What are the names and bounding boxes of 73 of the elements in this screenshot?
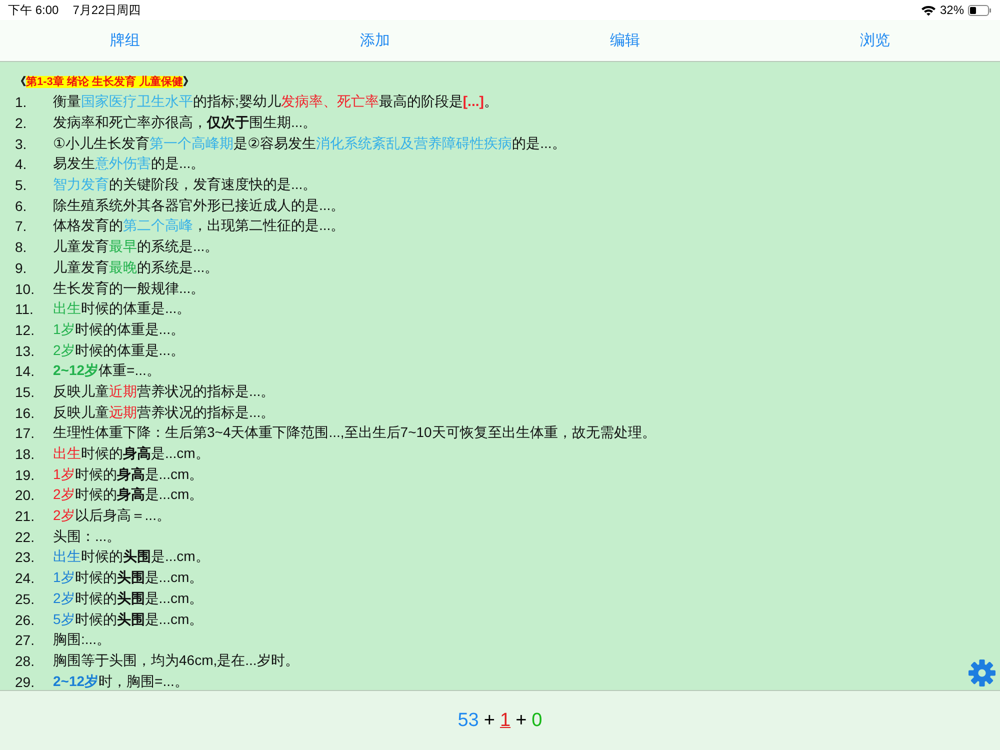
status-date: 7月22日周四 [72,2,141,18]
item-number: 25. [15,590,36,607]
item-number: 16. [15,404,36,421]
card-count: 1 [500,710,511,732]
card-question[interactable]: 1岁时候的体重是...。 [53,320,184,339]
card-question[interactable]: 胸围等于头围，均为46cm,是在...岁时。 [53,652,299,670]
item-number: 18. [15,446,36,462]
status-time: 下午 6:00 [8,2,59,18]
item-number: 29. [15,674,36,690]
item-number: 15. [15,384,36,400]
item-number: 4. [15,156,28,172]
item-number: 19. [15,466,36,483]
card-question[interactable]: 胸围:...。 [53,631,111,650]
item-number: 26. [15,612,36,628]
wifi-icon [920,4,936,16]
card-count: 0 [532,710,542,732]
item-number: 17. [15,425,36,442]
card-question[interactable]: 2~12岁体重=...。 [53,362,160,380]
item-number: 22. [15,528,36,545]
card-question[interactable]: 生长发育的一般规律...。 [53,280,205,298]
item-number: 5. [15,177,28,194]
tab-button[interactable]: 牌组 [104,27,146,54]
card-question[interactable]: 2岁以后身高＝...。 [53,507,170,526]
card-question[interactable]: 儿童发育最晚的系统是...。 [53,258,219,277]
tab-button[interactable]: 浏览 [854,27,896,54]
card-question[interactable]: 生理性体重下降：生后第3~4天体重下降范围...,至出生后7~10天可恢复至出生体重，故无需处理。 [53,424,656,442]
card-count: 53 [458,710,479,732]
card-question[interactable]: 头围：...。 [53,528,121,546]
card-question[interactable]: 除生殖系统外其各器官外形已接近成人的是...。 [53,196,345,215]
item-number: 14. [15,363,36,380]
item-number: 2. [15,115,28,132]
card-question[interactable]: 智力发育的关键阶段，发育速度快的是...。 [53,176,317,194]
item-number: 8. [15,239,28,256]
battery-percent: 32% [940,3,964,17]
item-number: 11. [15,301,34,318]
card-question[interactable]: 体格发育的第二个高峰，出现第二性征的是...。 [53,217,345,236]
card-question[interactable]: 1岁时候的身高是...cm。 [53,466,204,484]
tab-button[interactable]: 添加 [354,27,396,54]
card-question[interactable]: 2岁时候的头围是...cm。 [53,590,204,608]
battery-icon [968,4,992,16]
item-number: 13. [15,342,36,359]
card-question[interactable]: 出生时候的身高是...cm。 [53,445,210,464]
plus-sign: + [516,710,527,732]
card-question[interactable]: ①小儿生长发育第一个高峰期是②容易发生消化系统紊乱及营养障碍性疾病的是...。 [53,134,566,153]
card-question[interactable]: 出生时候的头围是...cm。 [53,548,210,566]
item-number: 9. [15,260,28,276]
item-number: 21. [15,508,36,524]
card-question[interactable]: 出生时候的体重是...。 [53,300,191,318]
card-question[interactable]: 1岁时候的头围是...cm。 [53,569,204,588]
card-question[interactable]: 易发生意外伤害的是...。 [53,155,205,174]
card-question[interactable]: 反映儿童近期营养状况的指标是...。 [53,382,275,401]
item-number: 24. [15,570,36,586]
item-number: 1. [15,94,28,110]
item-number: 12. [15,322,36,338]
item-number: 10. [15,280,36,297]
item-number: 27. [15,632,36,648]
item-number: 23. [15,549,36,566]
card-question[interactable]: 衡量国家医疗卫生水平的指标;婴幼儿发病率、死亡率最高的阶段是[...]。 [53,93,498,112]
card-question[interactable]: 5岁时候的头围是...cm。 [53,610,204,629]
card-question[interactable]: 发病率和死亡率亦很高，仅次于围生期...。 [53,114,317,132]
item-number: 3. [15,136,28,152]
item-number: 6. [15,198,28,214]
plus-sign: + [484,710,495,732]
card-question[interactable]: 儿童发育最早的系统是...。 [53,238,219,256]
card-question[interactable]: 反映儿童远期营养状况的指标是...。 [53,404,275,422]
card-question[interactable]: 2岁时候的身高是...cm。 [53,486,204,504]
card-question[interactable]: 2岁时候的体重是...。 [53,342,184,360]
card-question[interactable]: 2~12岁时，胸围=...。 [53,672,188,690]
item-number: 7. [15,218,28,234]
settings-icon[interactable] [968,659,996,687]
item-number: 20. [15,487,36,504]
item-number: 28. [15,652,36,669]
tab-button[interactable]: 编辑 [604,27,646,54]
